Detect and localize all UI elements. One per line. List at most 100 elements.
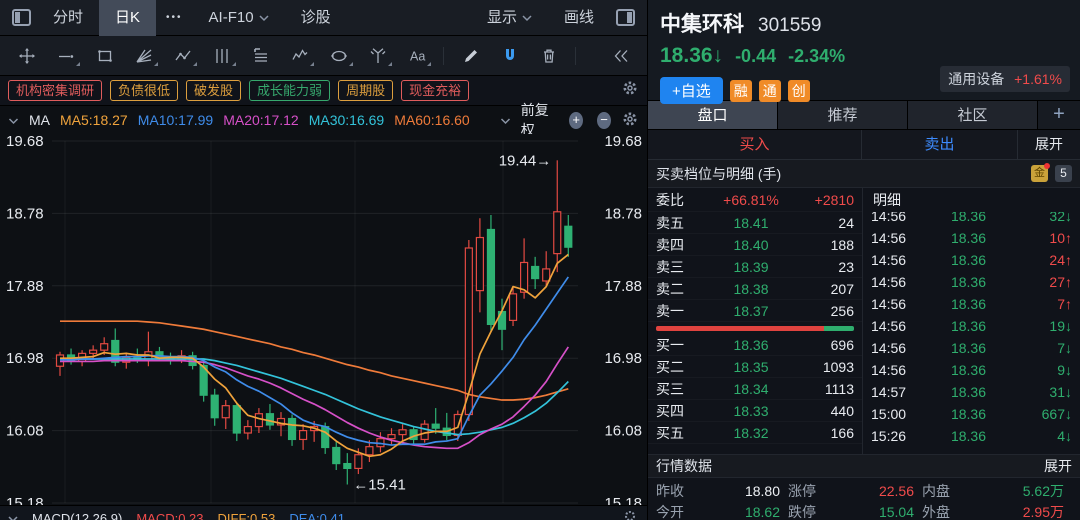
adjust-chevron-icon[interactable] xyxy=(500,112,511,128)
price-change-pct: -2.34% xyxy=(788,46,845,67)
candlestick-chart[interactable]: 19.6819.6818.7818.7817.8817.8816.9816.98… xyxy=(0,134,647,505)
stock-tag[interactable]: 负债很低 xyxy=(110,80,178,101)
collapse-icon[interactable] xyxy=(602,41,639,71)
candle-body xyxy=(211,395,218,418)
candle-body xyxy=(510,294,517,321)
stock-header: 中集环科 301559 18.36↓ -0.44 -2.34% +自选 融 通 … xyxy=(648,0,1080,100)
detail-row[interactable]: 15:0018.36667↓ xyxy=(863,403,1080,425)
segment-icon[interactable] xyxy=(164,41,201,71)
ask-row[interactable]: 卖四18.40188 xyxy=(648,234,862,256)
display-dropdown[interactable]: 显示 xyxy=(471,0,548,36)
stock-tag[interactable]: 成长能力弱 xyxy=(249,80,330,101)
detail-row[interactable]: 14:5618.3624↑ xyxy=(863,249,1080,271)
stock-tag[interactable]: 周期股 xyxy=(338,80,393,101)
level-label: 买三 xyxy=(656,379,700,399)
detail-row[interactable]: 14:5618.369↓ xyxy=(863,359,1080,381)
expand-market-data-button[interactable]: 展开 xyxy=(1044,456,1072,476)
ratio-red-segment xyxy=(656,326,824,331)
diagnose-button[interactable]: 诊股 xyxy=(285,0,347,36)
panel-toggle-left-icon[interactable] xyxy=(12,9,31,26)
wave-icon[interactable] xyxy=(281,41,318,71)
trash-icon[interactable] xyxy=(530,41,567,71)
level-volume: 256 xyxy=(802,303,854,319)
panel-toggle-right-icon[interactable] xyxy=(616,9,635,26)
ma-legend-value: MA10:17.99 xyxy=(138,112,214,128)
bid-row[interactable]: 买三18.341113 xyxy=(648,378,862,400)
rectangle-icon[interactable] xyxy=(86,41,123,71)
candle-body xyxy=(432,424,439,428)
macd-indicator-strip[interactable]: MACD(12,26,9) MACD:0.23DIFF:0.53DEA:0.41 xyxy=(0,505,647,520)
candle-body xyxy=(266,414,273,425)
magnet-icon[interactable] xyxy=(491,41,528,71)
zoom-in-button[interactable]: + xyxy=(569,112,583,129)
macd-settings-gear-icon[interactable] xyxy=(623,509,637,520)
stock-tag[interactable]: 破发股 xyxy=(186,80,241,101)
level-price: 18.39 xyxy=(700,259,802,275)
weibi-value: +66.81% xyxy=(700,192,802,208)
detail-row[interactable]: 14:5618.3619↓ xyxy=(863,315,1080,337)
level-label: 买四 xyxy=(656,401,700,421)
more-periods-button[interactable]: ••• xyxy=(156,12,193,23)
bid-row[interactable]: 买一18.36696 xyxy=(648,334,862,356)
chart-settings-gear-icon[interactable] xyxy=(621,110,639,131)
text-icon[interactable]: Aa xyxy=(398,41,435,71)
ask-row[interactable]: 卖五18.4124 xyxy=(648,212,862,234)
gear-count-badge[interactable]: 5 xyxy=(1055,165,1072,182)
stock-tag[interactable]: 机构密集调研 xyxy=(8,80,102,101)
ai-f10-dropdown[interactable]: AI-F10 xyxy=(193,0,285,36)
candle-body xyxy=(487,229,494,324)
move-icon[interactable] xyxy=(8,41,45,71)
detail-row[interactable]: 14:5618.367↓ xyxy=(863,337,1080,359)
detail-time: 15:26 xyxy=(871,428,923,444)
detail-row[interactable]: 14:5618.3627↑ xyxy=(863,271,1080,293)
level-label: 买五 xyxy=(656,423,700,443)
tab-minute[interactable]: 分时 xyxy=(37,0,99,36)
expand-trade-button[interactable]: 展开 xyxy=(1018,130,1080,159)
detail-time: 15:00 xyxy=(871,406,923,422)
detail-row[interactable]: 15:2618.364↓ xyxy=(863,425,1080,447)
gann-icon[interactable] xyxy=(242,41,279,71)
tab-community[interactable]: 社区 xyxy=(908,101,1038,129)
ask-row[interactable]: 卖三18.3923 xyxy=(648,256,862,278)
bid-row[interactable]: 买四18.33440 xyxy=(648,400,862,422)
sector-chip[interactable]: 通用设备 +1.61% xyxy=(940,66,1070,92)
pencil-icon[interactable] xyxy=(452,41,489,71)
tab-daily-k[interactable]: 日K xyxy=(99,0,156,36)
buy-button[interactable]: 买入 xyxy=(648,130,862,159)
candle-body xyxy=(355,455,362,469)
collapse-indicator-chevron-icon[interactable] xyxy=(8,112,19,128)
detail-price: 18.36 xyxy=(923,230,1014,246)
fan-lines-icon[interactable] xyxy=(125,41,162,71)
add-tab-button[interactable]: + xyxy=(1038,101,1080,129)
vertical-lines-icon[interactable] xyxy=(203,41,240,71)
ma-legend-value: MA30:16.69 xyxy=(309,112,385,128)
stock-tag[interactable]: 现金充裕 xyxy=(401,80,469,101)
bid-row[interactable]: 买五18.32166 xyxy=(648,422,862,444)
ask-row[interactable]: 卖二18.38207 xyxy=(648,278,862,300)
tab-recommend[interactable]: 推荐 xyxy=(778,101,908,129)
macd-chevron-icon[interactable] xyxy=(8,511,18,520)
add-watchlist-button[interactable]: +自选 xyxy=(660,77,723,104)
draw-line-button[interactable]: 画线 xyxy=(548,0,610,36)
sell-button[interactable]: 卖出 xyxy=(862,130,1018,159)
ma-legend-value: MA20:17.12 xyxy=(223,112,299,128)
tags-settings-gear-icon[interactable] xyxy=(621,79,639,102)
level2-gold-icon[interactable]: 金 xyxy=(1031,165,1048,182)
ask-row[interactable]: 卖一18.37256 xyxy=(648,300,862,322)
level-label: 卖二 xyxy=(656,279,700,299)
detail-price: 18.36 xyxy=(923,340,1014,356)
weibi-row: 委比+66.81%+2810 xyxy=(648,188,862,212)
trendline-icon[interactable] xyxy=(47,41,84,71)
chart-pane: 分时 日K ••• AI-F10 诊股 显示 画线 Aa 机构密集调研负债很低破… xyxy=(0,0,648,520)
detail-row[interactable]: 14:5618.3610↑ xyxy=(863,227,1080,249)
detail-row[interactable]: 14:5618.367↑ xyxy=(863,293,1080,315)
pitchfork-icon[interactable] xyxy=(359,41,396,71)
zoom-out-button[interactable]: − xyxy=(597,112,611,129)
ellipse-icon[interactable] xyxy=(320,41,357,71)
tab-order-book[interactable]: 盘口 xyxy=(648,101,778,129)
bid-row[interactable]: 买二18.351093 xyxy=(648,356,862,378)
detail-rows[interactable]: 14:5618.3632↓14:5618.3610↑14:5618.3624↑1… xyxy=(863,205,1080,447)
level-volume: 23 xyxy=(802,259,854,275)
detail-volume: 24↑ xyxy=(1014,252,1072,268)
detail-row[interactable]: 14:5718.3631↓ xyxy=(863,381,1080,403)
